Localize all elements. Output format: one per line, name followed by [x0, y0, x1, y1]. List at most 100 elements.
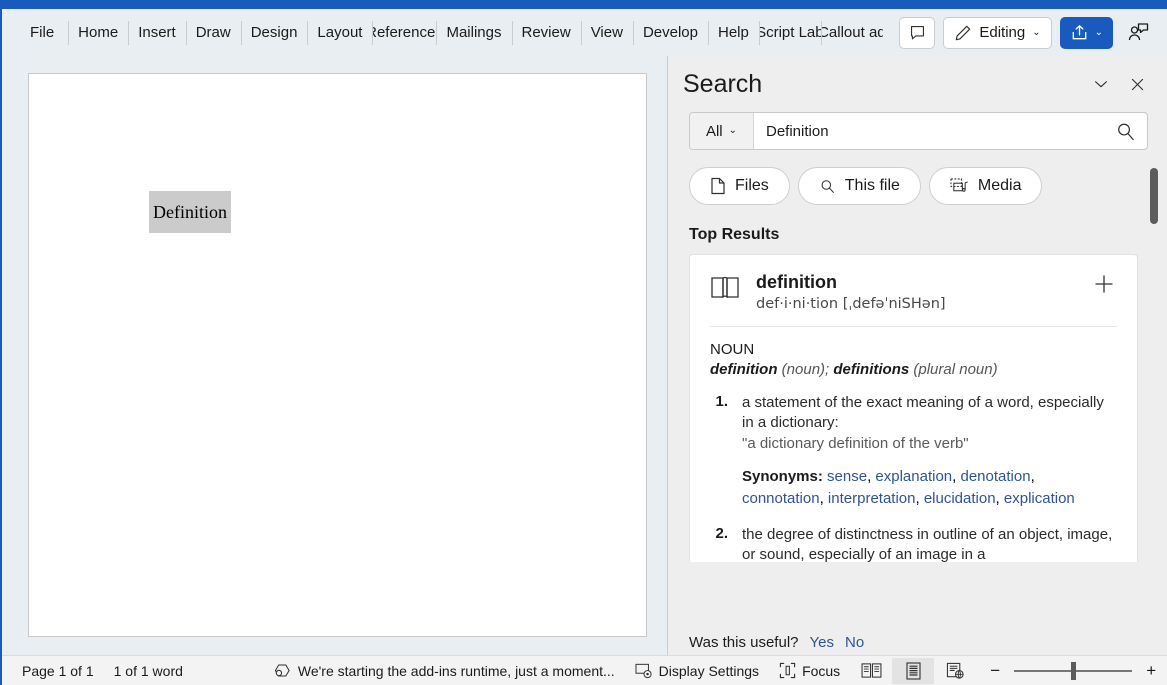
pane-title: Search [683, 69, 763, 98]
part-of-speech: NOUN [710, 341, 755, 358]
tab-develop[interactable]: Develop [632, 18, 708, 48]
word-window: File Home Insert Draw Design Layout Refe… [0, 0, 1167, 685]
sense-body: a statement of the exact meaning of a wo… [742, 393, 1117, 510]
pane-close-button[interactable] [1121, 68, 1153, 100]
tab-view[interactable]: View [580, 18, 633, 48]
tab-references-label: References [372, 24, 436, 41]
tab-help-label: Help [717, 24, 749, 41]
status-bar-right: Display Settings Focus − + [625, 656, 1167, 685]
document-area[interactable]: Definition [2, 56, 666, 655]
synonyms-row: Synonyms: sense, explanation, denotation… [742, 466, 1117, 510]
feedback-no-link[interactable]: No [845, 634, 864, 651]
tab-review[interactable]: Review [511, 18, 581, 48]
share-button[interactable]: ⌄ [1059, 16, 1113, 49]
web-layout-button[interactable] [934, 658, 976, 684]
search-submit-button[interactable] [1103, 113, 1147, 149]
zoom-slider-thumb[interactable] [1071, 661, 1077, 680]
top-results-heading: Top Results [689, 226, 780, 243]
book-icon [710, 275, 740, 301]
zoom-out-button[interactable]: − [984, 662, 1006, 679]
word-form-singular: definition [710, 361, 778, 378]
synonym-link[interactable]: elucidation [924, 490, 996, 507]
word-forms: definition (noun); definitions (plural n… [710, 361, 1117, 378]
dictionary-result-card[interactable]: definition def·i·ni·tion [ˌdefəˈniSHən] … [689, 254, 1138, 562]
search-filter-chips: Files This file Media [689, 167, 1043, 205]
tab-develop-label: Develop [642, 24, 698, 41]
chip-this-file[interactable]: This file [797, 167, 921, 205]
tab-insert[interactable]: Insert [128, 18, 186, 48]
search-input[interactable] [754, 113, 1103, 149]
pane-scrollbar-track[interactable] [1150, 160, 1158, 596]
synonym-link[interactable]: interpretation [828, 490, 916, 507]
pencil-icon [954, 24, 972, 42]
tab-script-lab[interactable]: Script Lab [758, 18, 821, 48]
ribbon-tabs: File Home Insert Draw Design Layout Refe… [20, 18, 883, 48]
focus-icon [779, 662, 796, 679]
chip-this-file-label: This file [844, 177, 900, 194]
status-bar: Page 1 of 1 1 of 1 word We're starting t… [2, 655, 1167, 685]
synonym-link[interactable]: explanation [875, 468, 952, 485]
search-icon [1115, 121, 1136, 142]
card-word: definition [756, 272, 837, 292]
selected-text[interactable]: Definition [149, 191, 231, 233]
search-scope-label: All [705, 122, 723, 140]
coauthor-button[interactable] [1121, 17, 1155, 49]
tab-callout-label: Callout ad [820, 24, 883, 41]
tab-references[interactable]: References [372, 18, 436, 48]
pane-collapse-button[interactable] [1085, 68, 1117, 100]
synonym-link[interactable]: denotation [960, 468, 1030, 485]
card-header: definition def·i·ni·tion [ˌdefəˈniSHən] [710, 271, 1117, 327]
display-settings-button[interactable]: Display Settings [625, 656, 769, 685]
tab-review-label: Review [521, 24, 571, 41]
ribbon-actions: Editing ⌄ ⌄ [899, 16, 1167, 49]
sense-text: a statement of the exact meaning of a wo… [742, 394, 1104, 431]
synonyms-label: Synonyms: [742, 468, 823, 485]
editing-mode-button[interactable]: Editing ⌄ [943, 16, 1052, 49]
addin-icon [273, 662, 292, 679]
document-page[interactable]: Definition [28, 73, 647, 637]
ribbon: File Home Insert Draw Design Layout Refe… [2, 9, 1167, 56]
tab-layout[interactable]: Layout [307, 18, 372, 48]
person-share-icon [1127, 22, 1149, 43]
read-mode-icon [861, 662, 882, 679]
synonym-link[interactable]: connotation [742, 490, 820, 507]
tab-mailings[interactable]: Mailings [436, 18, 511, 48]
word-count[interactable]: 1 of 1 word [104, 656, 193, 685]
tab-design[interactable]: Design [240, 18, 308, 48]
synonym-link[interactable]: sense [827, 468, 867, 485]
search-icon [819, 178, 836, 195]
print-layout-button[interactable] [892, 657, 935, 684]
read-mode-button[interactable] [850, 658, 892, 684]
tab-draw-label: Draw [195, 24, 231, 41]
word-form-plural: definitions [833, 361, 910, 378]
feedback-yes-link[interactable]: Yes [810, 634, 834, 651]
pane-scrollbar-thumb[interactable] [1150, 168, 1158, 224]
tab-design-label: Design [250, 24, 298, 41]
search-scope-dropdown[interactable]: All ⌄ [690, 113, 754, 149]
card-pronunciation: def·i·ni·tion [ˌdefəˈniSHən] [756, 296, 946, 312]
page-count[interactable]: Page 1 of 1 [12, 656, 104, 685]
plus-icon [1093, 273, 1115, 295]
zoom-control: − + [984, 661, 1162, 680]
tab-help[interactable]: Help [707, 18, 759, 48]
chevron-down-icon: ⌄ [728, 125, 738, 136]
search-box[interactable]: All ⌄ [689, 112, 1148, 150]
chip-files[interactable]: Files [689, 167, 790, 205]
tab-file[interactable]: File [20, 18, 68, 48]
add-to-document-button[interactable] [1091, 271, 1117, 297]
comment-icon [909, 24, 926, 41]
tab-draw[interactable]: Draw [185, 18, 241, 48]
focus-button[interactable]: Focus [769, 656, 850, 685]
synonym-link[interactable]: explication [1004, 490, 1075, 507]
tab-home[interactable]: Home [68, 18, 128, 48]
tab-file-label: File [30, 24, 55, 41]
zoom-in-button[interactable]: + [1140, 662, 1162, 679]
tab-callout[interactable]: Callout ad [820, 18, 883, 48]
comments-button[interactable] [899, 16, 936, 49]
sense-item: 1. a statement of the exact meaning of a… [710, 393, 1117, 510]
chip-media[interactable]: Media [928, 167, 1043, 205]
card-word-block: definition def·i·ni·tion [ˌdefəˈniSHən] [756, 271, 946, 312]
close-icon [1129, 76, 1146, 93]
zoom-slider-track[interactable] [1014, 661, 1133, 680]
print-layout-icon [905, 661, 922, 680]
